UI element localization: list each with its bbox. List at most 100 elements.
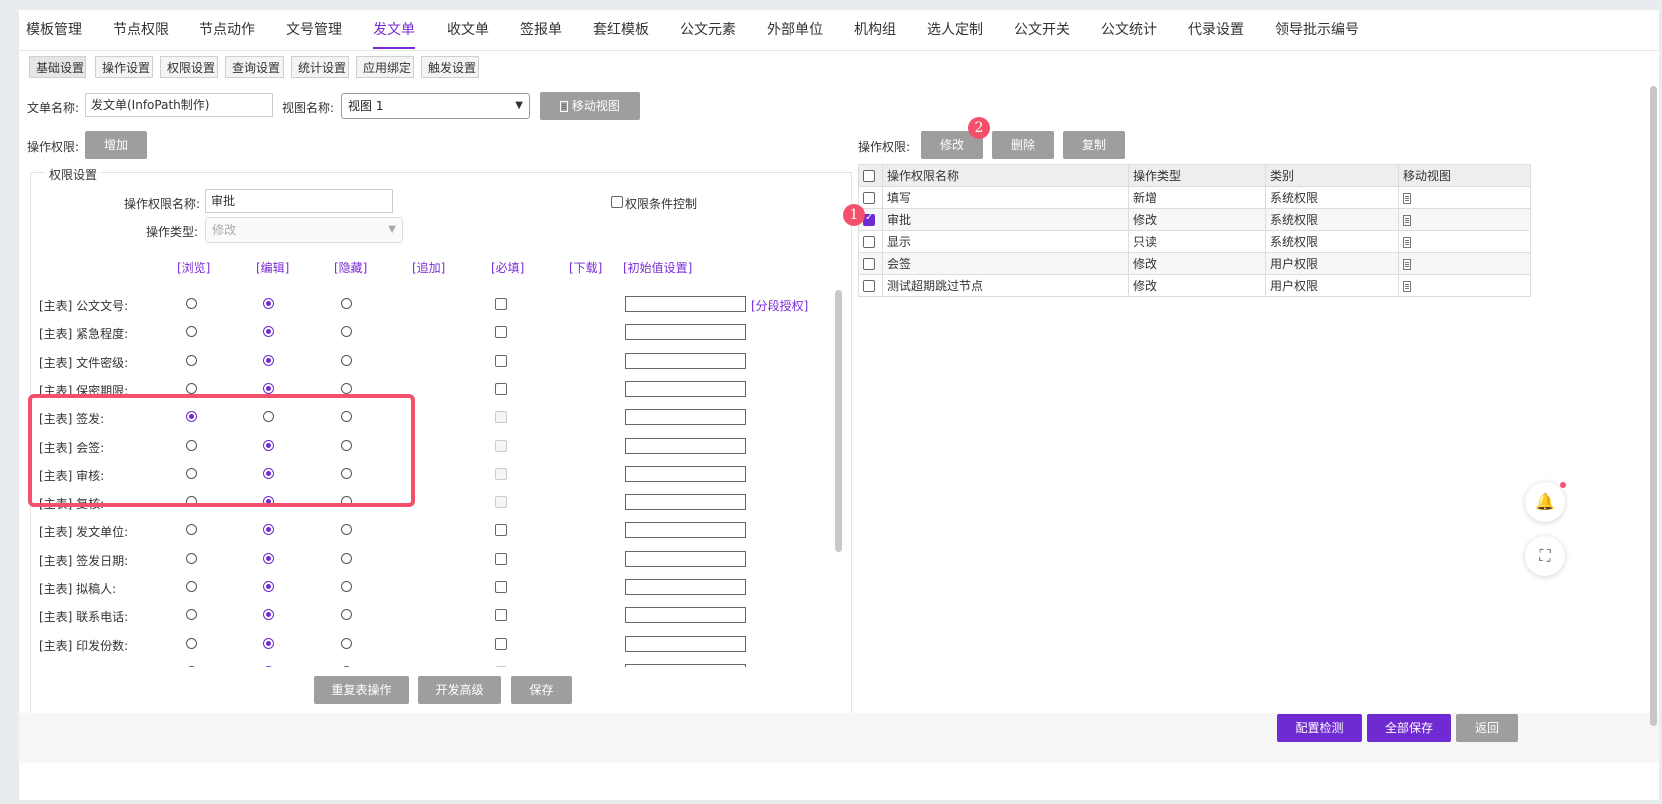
save-all-button[interactable]: 全部保存: [1367, 714, 1451, 742]
hide-radio[interactable]: [341, 382, 352, 394]
nav-tab[interactable]: 发文单: [373, 10, 415, 49]
hide-radio[interactable]: [341, 411, 352, 423]
edit-radio[interactable]: [263, 609, 274, 621]
table-row[interactable]: 审批修改系统权限: [858, 208, 1531, 231]
hide-radio[interactable]: [341, 581, 352, 592]
edit-radio[interactable]: [263, 665, 274, 667]
hide-radio[interactable]: [341, 552, 352, 564]
doc-icon[interactable]: [1403, 258, 1411, 270]
sub-tab[interactable]: 应用绑定: [356, 56, 414, 78]
nav-tab[interactable]: 选人定制: [927, 10, 983, 49]
nav-tab[interactable]: 收文单: [447, 10, 489, 49]
nav-tab[interactable]: 节点动作: [199, 10, 255, 49]
condition-checkbox[interactable]: [611, 196, 623, 208]
nav-tab[interactable]: 机构组: [854, 10, 896, 49]
select-all-checkbox[interactable]: [863, 170, 875, 182]
page-scrollbar[interactable]: [1650, 86, 1657, 726]
initial-value-input[interactable]: [625, 494, 746, 511]
column-header[interactable]: [追加]: [412, 259, 445, 276]
nav-tab[interactable]: 模板管理: [26, 10, 82, 49]
initial-value-input[interactable]: [625, 380, 746, 397]
initial-value-input[interactable]: [625, 465, 746, 482]
browse-radio[interactable]: [186, 581, 197, 592]
browse-radio[interactable]: [186, 354, 197, 366]
nav-tab[interactable]: 公文元素: [680, 10, 736, 49]
copy-button[interactable]: 复制: [1063, 131, 1125, 159]
initial-value-input[interactable]: [625, 324, 746, 341]
hide-radio[interactable]: [341, 439, 352, 451]
sub-tab[interactable]: 触发设置: [421, 56, 479, 78]
edit-radio[interactable]: [263, 411, 274, 423]
nav-tab[interactable]: 文号管理: [286, 10, 342, 49]
initial-value-input[interactable]: [625, 550, 746, 567]
fields-scrollbar[interactable]: [835, 282, 843, 667]
nav-tab[interactable]: 公文统计: [1101, 10, 1157, 49]
bell-icon[interactable]: 🔔: [1525, 482, 1565, 522]
required-checkbox[interactable]: [495, 552, 507, 565]
view-name-select[interactable]: 视图 1 ▼: [341, 93, 530, 119]
browse-radio[interactable]: [186, 524, 197, 536]
browse-radio[interactable]: [186, 552, 197, 564]
nav-tab[interactable]: 套红模板: [593, 10, 649, 49]
segment-auth-link[interactable]: [分段授权]: [751, 297, 808, 314]
doc-name-input[interactable]: 发文单(InfoPath制作): [85, 93, 273, 117]
sub-tab[interactable]: 操作设置: [95, 56, 153, 78]
edit-radio[interactable]: [263, 581, 274, 592]
initial-value-input[interactable]: [625, 579, 746, 595]
scan-icon[interactable]: ⛶: [1525, 536, 1565, 576]
required-checkbox[interactable]: [495, 524, 507, 537]
sub-tab[interactable]: 权限设置: [160, 56, 218, 78]
nav-tab[interactable]: 代录设置: [1188, 10, 1244, 49]
add-button[interactable]: 增加: [85, 131, 147, 159]
required-checkbox[interactable]: [495, 298, 507, 310]
fields-scroll-area[interactable]: [主表] 公文文号: [分段授权] [主表] 紧急程度: [主表] 文件密级: [主表]…: [31, 282, 835, 667]
browse-radio[interactable]: [186, 496, 197, 508]
nav-tab[interactable]: 公文开关: [1014, 10, 1070, 49]
table-row[interactable]: 测试超期跳过节点 修改 用户权限: [858, 274, 1531, 297]
column-header[interactable]: [必填]: [491, 259, 524, 276]
edit-radio[interactable]: [263, 382, 274, 394]
required-checkbox[interactable]: [495, 326, 507, 339]
sub-tab[interactable]: 统计设置: [291, 56, 349, 78]
edit-radio[interactable]: [263, 637, 274, 649]
required-checkbox[interactable]: [495, 609, 507, 622]
sub-tab[interactable]: 查询设置: [225, 56, 284, 78]
table-row[interactable]: 填写 新增 系统权限: [858, 186, 1531, 209]
hide-radio[interactable]: [341, 665, 352, 667]
hide-radio[interactable]: [341, 524, 352, 536]
save-button[interactable]: 保存: [511, 676, 572, 704]
op-type-select[interactable]: 修改 ▼: [205, 217, 403, 243]
hide-radio[interactable]: [341, 467, 352, 479]
initial-value-input[interactable]: [625, 522, 746, 539]
browse-radio[interactable]: [186, 326, 197, 338]
column-header[interactable]: [浏览]: [177, 259, 210, 276]
table-row[interactable]: 会签 修改 用户权限: [858, 252, 1531, 275]
doc-icon[interactable]: [1403, 214, 1411, 226]
initial-value-input[interactable]: [625, 409, 746, 426]
required-checkbox[interactable]: [495, 467, 507, 480]
browse-radio[interactable]: [186, 467, 197, 479]
browse-radio[interactable]: [186, 637, 197, 649]
browse-radio[interactable]: [186, 609, 197, 621]
column-header[interactable]: [下载]: [569, 259, 602, 276]
required-checkbox[interactable]: [495, 496, 507, 509]
hide-radio[interactable]: [341, 609, 352, 621]
doc-icon[interactable]: [1403, 236, 1411, 248]
initial-value-input[interactable]: [625, 352, 746, 369]
back-button[interactable]: 返回: [1456, 714, 1518, 742]
hide-radio[interactable]: [341, 637, 352, 649]
nav-tab[interactable]: 外部单位: [767, 10, 823, 49]
initial-value-input[interactable]: [625, 663, 746, 667]
perm-name-input[interactable]: 审批: [205, 189, 393, 213]
delete-button[interactable]: 删除: [992, 131, 1054, 159]
browse-radio[interactable]: [186, 439, 197, 451]
initial-value-input[interactable]: [625, 296, 746, 312]
edit-radio[interactable]: [263, 467, 274, 479]
edit-radio[interactable]: [263, 552, 274, 564]
edit-radio[interactable]: [263, 496, 274, 508]
row-checkbox[interactable]: [863, 236, 875, 248]
edit-radio[interactable]: [263, 326, 274, 338]
nav-tab[interactable]: 签报单: [520, 10, 562, 49]
initial-value-input[interactable]: [625, 437, 746, 454]
hide-radio[interactable]: [341, 496, 352, 508]
